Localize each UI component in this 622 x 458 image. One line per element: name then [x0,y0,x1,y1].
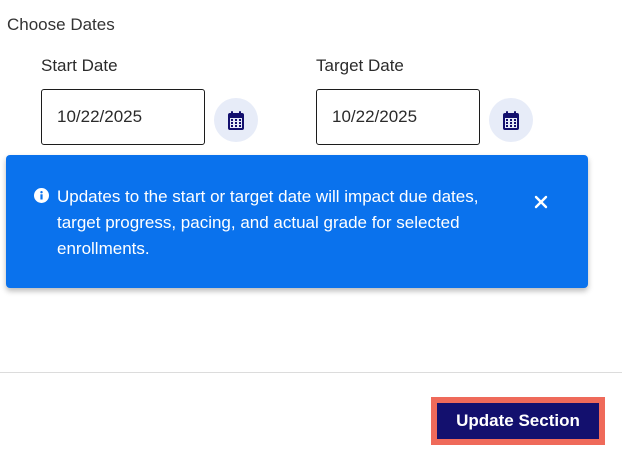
close-icon [530,195,552,216]
section-title: Choose Dates [7,15,115,34]
target-date-input[interactable] [316,89,480,145]
start-date-input[interactable] [41,89,205,145]
alert-close-button[interactable] [530,191,552,213]
choose-dates-panel: Choose Dates Start Date Target Date [0,0,622,458]
alert-message: Updates to the start or target date will… [57,187,479,258]
update-section-button[interactable]: Update Section [437,403,599,439]
calendar-icon [228,110,244,130]
info-alert: Updates to the start or target date will… [6,155,588,288]
calendar-icon [503,110,519,130]
info-icon [34,188,49,203]
update-section-highlight: Update Section [431,397,605,445]
target-date-calendar-button[interactable] [489,98,533,142]
footer-divider [0,372,622,373]
start-date-label: Start Date [41,56,118,75]
target-date-label: Target Date [316,56,404,75]
start-date-calendar-button[interactable] [214,98,258,142]
